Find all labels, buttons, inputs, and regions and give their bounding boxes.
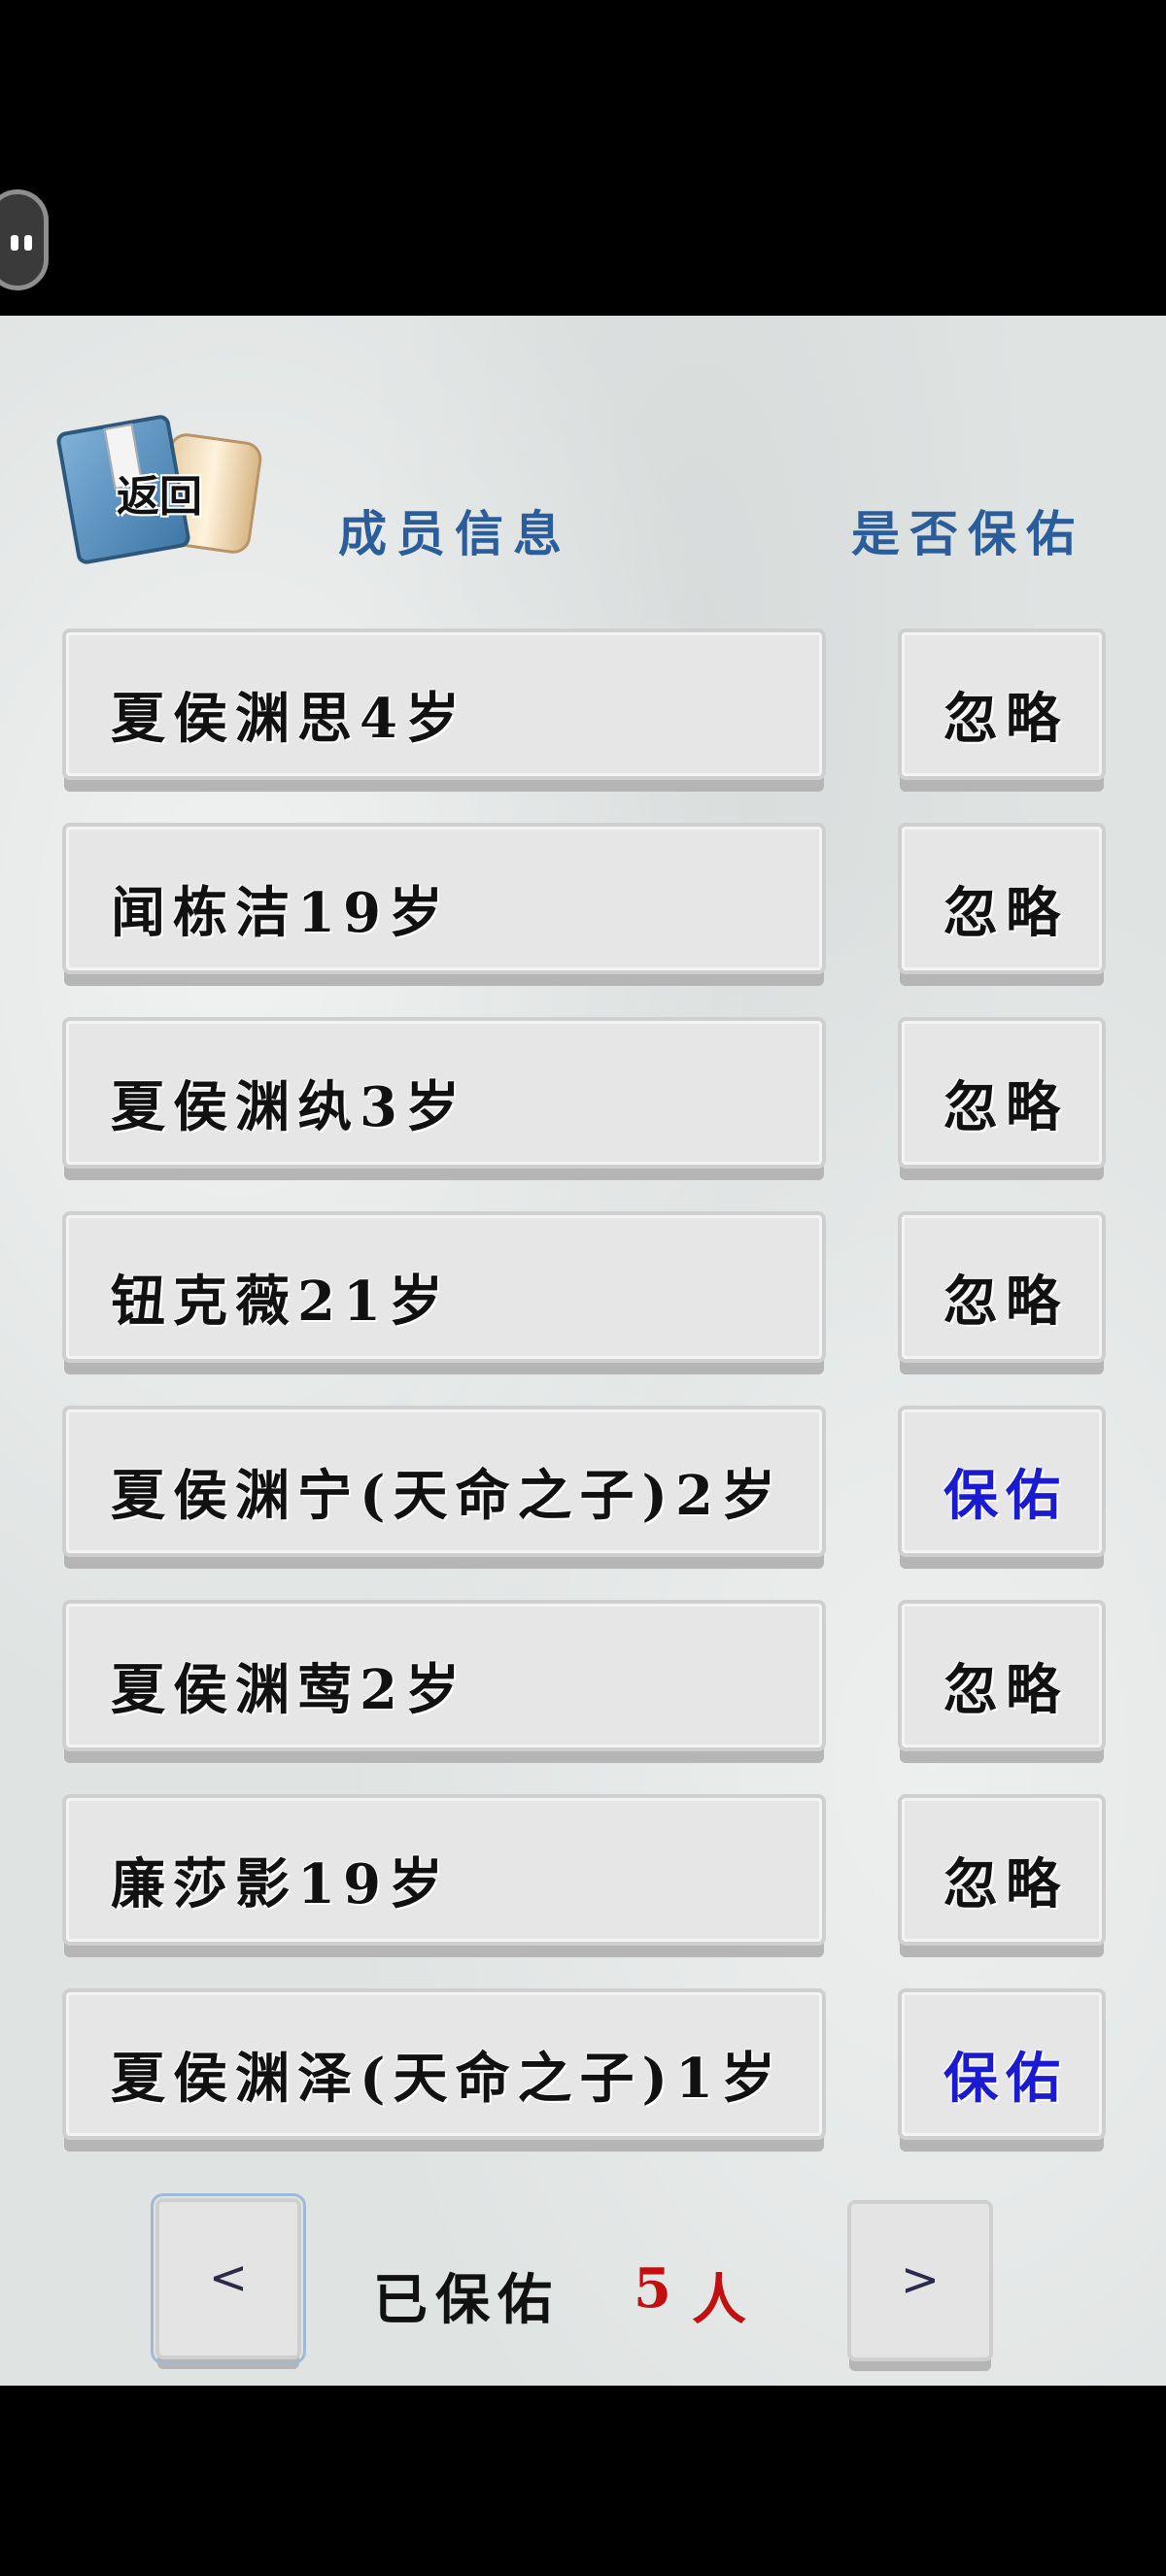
- member-name: 钮克薇21岁: [111, 1270, 451, 1334]
- back-button[interactable]: 返回: [54, 408, 264, 566]
- protect-toggle-label: 忽略: [943, 1075, 1068, 1139]
- protect-toggle-button[interactable]: 忽略: [898, 1017, 1106, 1169]
- member-card[interactable]: 闻栋洁19岁: [62, 823, 826, 974]
- member-row: 闻栋洁19岁 忽略: [0, 823, 1166, 990]
- member-card[interactable]: 夏侯渊思4岁: [62, 628, 826, 780]
- prev-arrow-icon: <: [208, 2251, 249, 2305]
- protect-toggle-button[interactable]: 忽略: [898, 823, 1106, 974]
- prev-page-button[interactable]: <: [151, 2193, 306, 2364]
- pagination-bar: < 已保佑 5 人 >: [0, 2193, 1166, 2373]
- member-name: 夏侯渊宁(天命之子)2岁: [111, 1464, 783, 1528]
- member-row: 夏侯渊纨3岁 忽略: [0, 1017, 1166, 1184]
- member-row: 夏侯渊泽(天命之子)1岁 保佑: [0, 1988, 1166, 2155]
- floating-assistant-icon[interactable]: [0, 189, 49, 290]
- status-bar: [0, 0, 1166, 316]
- member-info-header: 成员信息: [338, 505, 571, 562]
- protected-count: 5: [634, 2256, 679, 2321]
- member-row: 钮克薇21岁 忽略: [0, 1211, 1166, 1378]
- member-card[interactable]: 夏侯渊纨3岁: [62, 1017, 826, 1169]
- protect-toggle-button[interactable]: 忽略: [898, 1211, 1106, 1363]
- protect-toggle-button[interactable]: 忽略: [898, 1794, 1106, 1946]
- protect-toggle-label: 保佑: [943, 2047, 1068, 2111]
- protect-toggle-button[interactable]: 忽略: [898, 1600, 1106, 1751]
- member-card[interactable]: 夏侯渊泽(天命之子)1岁: [62, 1988, 826, 2140]
- member-card[interactable]: 钮克薇21岁: [62, 1211, 826, 1363]
- member-name: 闻栋洁19岁: [111, 881, 451, 945]
- member-row: 夏侯渊宁(天命之子)2岁 保佑: [0, 1406, 1166, 1573]
- member-name: 夏侯渊泽(天命之子)1岁: [111, 2047, 783, 2111]
- protect-toggle-label: 忽略: [943, 1658, 1068, 1722]
- protect-toggle-label: 忽略: [943, 687, 1068, 751]
- member-name: 夏侯渊莺2岁: [111, 1658, 467, 1722]
- member-name: 廉莎影19岁: [111, 1852, 451, 1916]
- assistant-eye-right: [24, 235, 32, 251]
- protect-toggle-label: 保佑: [943, 1464, 1068, 1528]
- protected-unit: 人: [692, 2268, 746, 2332]
- member-card[interactable]: 夏侯渊莺2岁: [62, 1600, 826, 1751]
- member-row: 廉莎影19岁 忽略: [0, 1794, 1166, 1961]
- protect-toggle-label: 忽略: [943, 881, 1068, 945]
- member-name: 夏侯渊思4岁: [111, 687, 467, 751]
- protect-toggle-label: 忽略: [943, 1270, 1068, 1334]
- assistant-eye-left: [11, 235, 18, 251]
- back-button-label: 返回: [117, 472, 202, 522]
- next-page-button[interactable]: >: [847, 2200, 993, 2361]
- member-row: 夏侯渊思4岁 忽略: [0, 628, 1166, 796]
- next-arrow-icon: >: [900, 2253, 941, 2307]
- protect-toggle-button[interactable]: 忽略: [898, 628, 1106, 780]
- member-card[interactable]: 廉莎影19岁: [62, 1794, 826, 1946]
- protect-toggle-button[interactable]: 保佑: [898, 1406, 1106, 1557]
- member-name: 夏侯渊纨3岁: [111, 1075, 467, 1139]
- member-row: 夏侯渊莺2岁 忽略: [0, 1600, 1166, 1767]
- protect-toggle-label: 忽略: [943, 1852, 1068, 1916]
- protect-toggle-button[interactable]: 保佑: [898, 1988, 1106, 2140]
- family-protect-screen: 返回 成员信息 是否保佑 夏侯渊思4岁 忽略 闻栋洁19岁 忽略 夏侯渊纨3岁 忽略 钮克薇…: [0, 316, 1166, 2386]
- navigation-bar: [0, 2386, 1166, 2576]
- protect-status-header: 是否保佑: [851, 505, 1084, 562]
- member-card[interactable]: 夏侯渊宁(天命之子)2岁: [62, 1406, 826, 1557]
- protected-label: 已保佑: [373, 2268, 560, 2332]
